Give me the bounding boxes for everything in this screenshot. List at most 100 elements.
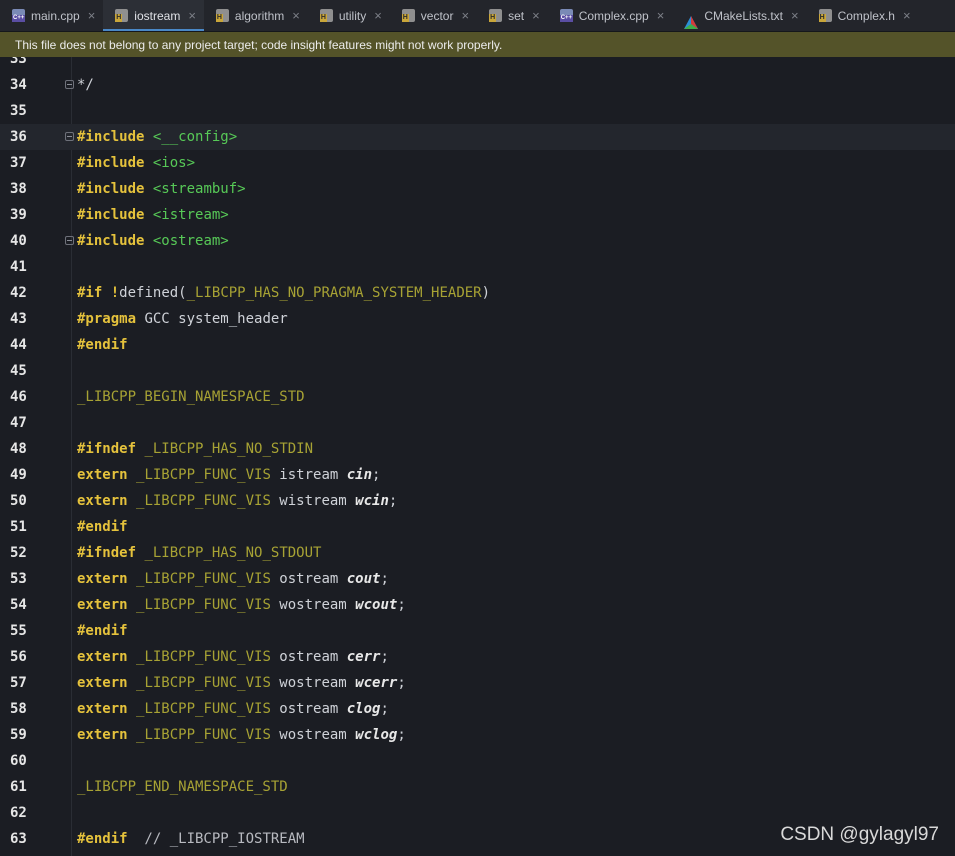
tab-close-icon[interactable]: × xyxy=(374,8,382,23)
code-token: wostream xyxy=(270,675,356,691)
code-line[interactable]: 56 extern _LIBCPP_FUNC_VIS ostream cerr; xyxy=(0,644,955,670)
code-line[interactable]: 45 xyxy=(0,358,955,384)
tab-close-icon[interactable]: × xyxy=(657,8,665,23)
code-token: #ifndef xyxy=(77,545,137,561)
line-number: 49 xyxy=(10,467,27,483)
code-token: #ifndef xyxy=(77,441,137,457)
code-line[interactable]: 44 #endif xyxy=(0,332,955,358)
line-number: 57 xyxy=(10,675,27,691)
code-token: #pragma xyxy=(77,311,137,327)
line-number: 40 xyxy=(10,233,27,249)
tab-label: Complex.h xyxy=(837,8,895,23)
code-line[interactable]: 58 extern _LIBCPP_FUNC_VIS ostream clog; xyxy=(0,696,955,722)
tab-close-icon[interactable]: × xyxy=(903,8,911,23)
tab-cmakelists-txt[interactable]: CMakeLists.txt × xyxy=(672,0,806,31)
code-token: cerr xyxy=(346,649,381,665)
code-token: <istream> xyxy=(152,207,229,223)
code-token: _LIBCPP_FUNC_VIS xyxy=(136,727,271,743)
tab-complex-cpp[interactable]: Complex.cpp × xyxy=(548,0,673,31)
tab-close-icon[interactable]: × xyxy=(791,8,799,23)
code-token: wclog xyxy=(355,727,398,743)
line-number: 45 xyxy=(10,363,27,379)
tab-utility[interactable]: utility × xyxy=(308,0,390,31)
tab-algorithm[interactable]: algorithm × xyxy=(204,0,308,31)
code-line[interactable]: 49 extern _LIBCPP_FUNC_VIS istream cin; xyxy=(0,462,955,488)
header-file-icon xyxy=(401,9,415,22)
code-line[interactable]: 41 xyxy=(0,254,955,280)
tab-vector[interactable]: vector × xyxy=(390,0,477,31)
code-token: #endif xyxy=(77,519,128,535)
code-line[interactable]: 38 #include <streambuf> xyxy=(0,176,955,202)
code-token: wcin xyxy=(355,493,389,509)
code-token: ; xyxy=(397,727,406,743)
tab-main-cpp[interactable]: main.cpp × xyxy=(0,0,103,31)
code-editor[interactable]: 33 34 */ 35 36 #include <__config> 37 #include … xyxy=(0,57,955,856)
code-text: #ifndef _LIBCPP_HAS_NO_STDOUT xyxy=(77,540,321,566)
code-line[interactable]: 34 */ xyxy=(0,72,955,98)
code-text: extern _LIBCPP_FUNC_VIS wistream wcin; xyxy=(77,488,397,514)
code-line[interactable]: 47 xyxy=(0,410,955,436)
code-token: <ostream> xyxy=(152,233,229,249)
code-line[interactable]: 54 extern _LIBCPP_FUNC_VIS wostream wcout… xyxy=(0,592,955,618)
code-token: extern xyxy=(77,467,128,483)
line-number: 58 xyxy=(10,701,27,717)
code-line[interactable]: 43 #pragma GCC system_header xyxy=(0,306,955,332)
code-line[interactable]: 61 _LIBCPP_END_NAMESPACE_STD xyxy=(0,774,955,800)
code-line[interactable]: 40 #include <ostream> xyxy=(0,228,955,254)
line-number: 36 xyxy=(10,129,27,145)
code-token: #include xyxy=(77,207,145,223)
tab-close-icon[interactable]: × xyxy=(88,8,96,23)
code-line[interactable]: 37 #include <ios> xyxy=(0,150,955,176)
code-text: #if !defined(_LIBCPP_HAS_NO_PRAGMA_SYSTE… xyxy=(77,280,490,306)
code-line[interactable]: 33 xyxy=(0,57,955,72)
code-text: extern _LIBCPP_FUNC_VIS wostream wclog; xyxy=(77,722,406,748)
tab-close-icon[interactable]: × xyxy=(292,8,300,23)
code-line[interactable]: 51 #endif xyxy=(0,514,955,540)
fold-toggle-icon[interactable] xyxy=(65,132,74,141)
code-line[interactable]: 55 #endif xyxy=(0,618,955,644)
code-line[interactable]: 60 xyxy=(0,748,955,774)
code-text: extern _LIBCPP_FUNC_VIS istream cin; xyxy=(77,462,380,488)
code-line[interactable]: 52 #ifndef _LIBCPP_HAS_NO_STDOUT xyxy=(0,540,955,566)
code-line[interactable]: 39 #include <istream> xyxy=(0,202,955,228)
code-text: #endif // _LIBCPP_IOSTREAM xyxy=(77,826,305,852)
editor-tab-bar: main.cpp×iostream×algorithm×utility×vect… xyxy=(0,0,955,32)
tab-complex-h[interactable]: Complex.h × xyxy=(807,0,919,31)
tab-set[interactable]: set × xyxy=(477,0,548,31)
tab-label: algorithm xyxy=(234,8,285,23)
code-line[interactable]: 57 extern _LIBCPP_FUNC_VIS wostream wcerr… xyxy=(0,670,955,696)
code-token: ; xyxy=(388,493,398,509)
code-line[interactable]: 59 extern _LIBCPP_FUNC_VIS wostream wclog… xyxy=(0,722,955,748)
tab-close-icon[interactable]: × xyxy=(532,8,540,23)
code-token: extern xyxy=(77,493,128,509)
code-text: #endif xyxy=(77,618,128,644)
code-token: */ xyxy=(77,77,94,93)
code-line[interactable]: 46 _LIBCPP_BEGIN_NAMESPACE_STD xyxy=(0,384,955,410)
code-line[interactable]: 50 extern _LIBCPP_FUNC_VIS wistream wcin; xyxy=(0,488,955,514)
fold-toggle-icon[interactable] xyxy=(65,236,74,245)
code-line[interactable]: 48 #ifndef _LIBCPP_HAS_NO_STDIN xyxy=(0,436,955,462)
code-token: _LIBCPP_FUNC_VIS xyxy=(136,701,271,717)
tab-close-icon[interactable]: × xyxy=(188,8,196,23)
code-line[interactable]: 53 extern _LIBCPP_FUNC_VIS ostream cout; xyxy=(0,566,955,592)
line-number: 55 xyxy=(10,623,27,639)
line-number: 50 xyxy=(10,493,27,509)
code-token: wostream xyxy=(270,597,356,613)
line-number: 37 xyxy=(10,155,27,171)
code-line[interactable]: 42 #if !defined(_LIBCPP_HAS_NO_PRAGMA_SYS… xyxy=(0,280,955,306)
line-number: 62 xyxy=(10,805,27,821)
tab-close-icon[interactable]: × xyxy=(461,8,469,23)
fold-toggle-icon[interactable] xyxy=(65,80,74,89)
code-line[interactable]: 35 xyxy=(0,98,955,124)
code-line[interactable]: 36 #include <__config> xyxy=(0,124,955,150)
code-text: extern _LIBCPP_FUNC_VIS wostream wcerr; xyxy=(77,670,406,696)
code-line[interactable]: 62 xyxy=(0,800,955,826)
code-text: extern _LIBCPP_FUNC_VIS wostream wcout; xyxy=(77,592,406,618)
code-token: cin xyxy=(346,467,373,483)
tab-iostream[interactable]: iostream × xyxy=(103,0,204,31)
